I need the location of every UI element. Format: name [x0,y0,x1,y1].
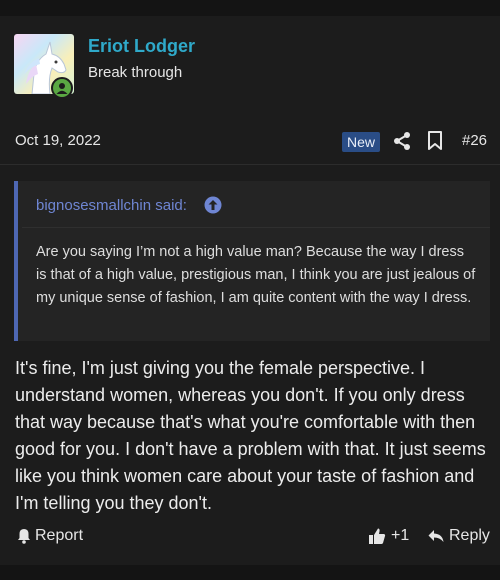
like-count: +1 [391,527,410,544]
report-button[interactable]: Report [17,527,83,545]
post-number-link[interactable]: #26 [462,132,487,149]
new-badge: New [342,132,381,152]
top-bar [0,0,500,16]
reply-label: Reply [449,527,490,544]
online-status-indicator [51,77,73,99]
quote-author[interactable]: bignosesmallchin said: [36,197,187,214]
arrow-up-circle-icon[interactable] [204,196,222,214]
thumbs-up-icon [369,528,386,544]
post-message: It's fine, I'm just giving you the femal… [15,358,486,513]
header-divider [0,164,500,165]
share-icon[interactable] [392,131,412,151]
bottom-bar [0,565,500,580]
reply-icon [428,530,444,542]
user-icon [56,83,68,94]
quote-text: Are you saying I’m not a high value man?… [36,244,476,306]
username-link[interactable]: Eriot Lodger [88,36,195,57]
reply-button[interactable]: Reply [428,527,490,545]
post-header [0,16,500,114]
user-title: Break through [88,64,183,81]
post-date[interactable]: Oct 19, 2022 [15,132,101,149]
bell-icon [18,529,30,544]
quote-block: bignosesmallchin said: Are you saying I’… [14,181,490,341]
report-label: Report [35,527,84,544]
quote-divider [22,227,490,228]
bookmark-icon[interactable] [427,131,443,151]
like-button[interactable]: +1 [368,527,409,545]
